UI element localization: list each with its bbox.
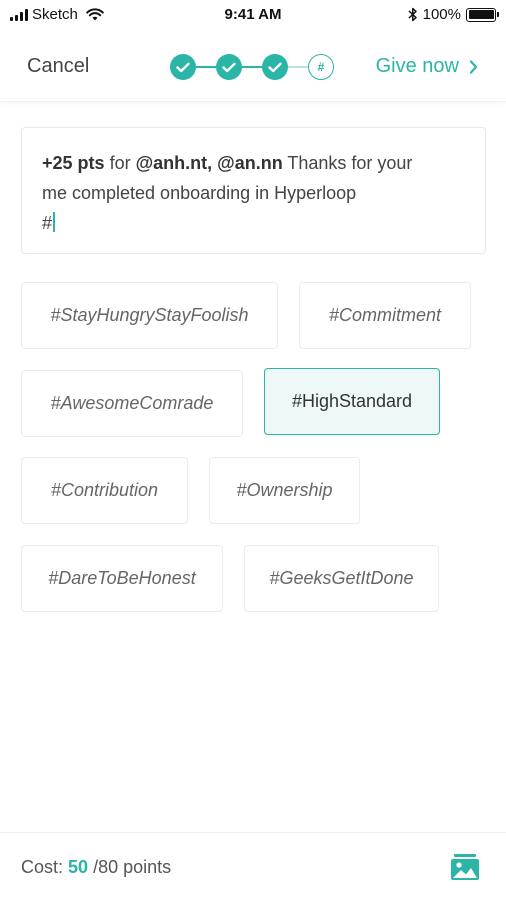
tag-stayhungrystayfoolish[interactable]: #StayHungryStayFoolish — [21, 282, 278, 349]
cost-label: Cost: — [21, 857, 64, 877]
check-icon — [176, 62, 190, 72]
nav-bar: Cancel # Give now — [0, 30, 506, 102]
check-icon — [268, 62, 282, 72]
message-text-1: Thanks for your — [287, 153, 413, 173]
step-connector — [196, 66, 216, 68]
step-4-current: # — [308, 54, 334, 80]
step-3-complete — [262, 54, 288, 80]
message-input[interactable]: +25 pts for @anh.nt, @an.nn Thanks for y… — [21, 127, 486, 254]
tag-awesomecomrade[interactable]: #AwesomeComrade — [21, 370, 243, 437]
tag-commitment[interactable]: #Commitment — [299, 282, 471, 349]
message-line-1: +25 pts for @anh.nt, @an.nn Thanks for y… — [42, 148, 465, 178]
chevron-right-icon — [469, 59, 478, 74]
tag-ownership[interactable]: #Ownership — [209, 457, 360, 524]
points-amount: +25 pts — [42, 153, 105, 173]
check-icon — [222, 62, 236, 72]
for-word: for — [109, 153, 131, 173]
battery-percent: 100% — [422, 6, 461, 23]
hashtag-prefix: # — [42, 213, 53, 233]
cost-display: Cost: 50 /80 points — [21, 857, 171, 878]
text-cursor — [53, 212, 56, 232]
bluetooth-icon — [408, 7, 417, 22]
status-bar: Sketch 9:41 AM 100% — [0, 0, 506, 30]
cost-value: 50 — [68, 857, 89, 877]
tag-geeksgetitdone[interactable]: #GeeksGetItDone — [244, 545, 439, 612]
cancel-button[interactable]: Cancel — [27, 55, 89, 78]
step-connector — [288, 66, 308, 68]
mentions: @anh.nt, @an.nn — [135, 153, 283, 173]
give-now-button[interactable]: Give now — [376, 55, 478, 78]
step-1-complete — [170, 54, 196, 80]
battery-icon — [466, 7, 499, 22]
tag-highstandard-selected[interactable]: #HighStandard — [264, 368, 440, 435]
progress-steps: # — [170, 54, 334, 80]
give-now-label: Give now — [375, 55, 459, 77]
footer: Cost: 50 /80 points — [0, 832, 506, 900]
message-text-2: me completed onboarding in Hyperloop — [42, 183, 357, 203]
step-2-complete — [216, 54, 242, 80]
message-line-3: # — [42, 208, 465, 238]
tag-daretobehonest[interactable]: #DareToBeHonest — [21, 545, 223, 612]
status-right: 100% — [408, 6, 499, 23]
tag-contribution[interactable]: #Contribution — [21, 457, 188, 524]
step-connector — [242, 66, 262, 68]
image-icon[interactable] — [450, 853, 480, 881]
cost-total: /80 points — [93, 857, 172, 877]
